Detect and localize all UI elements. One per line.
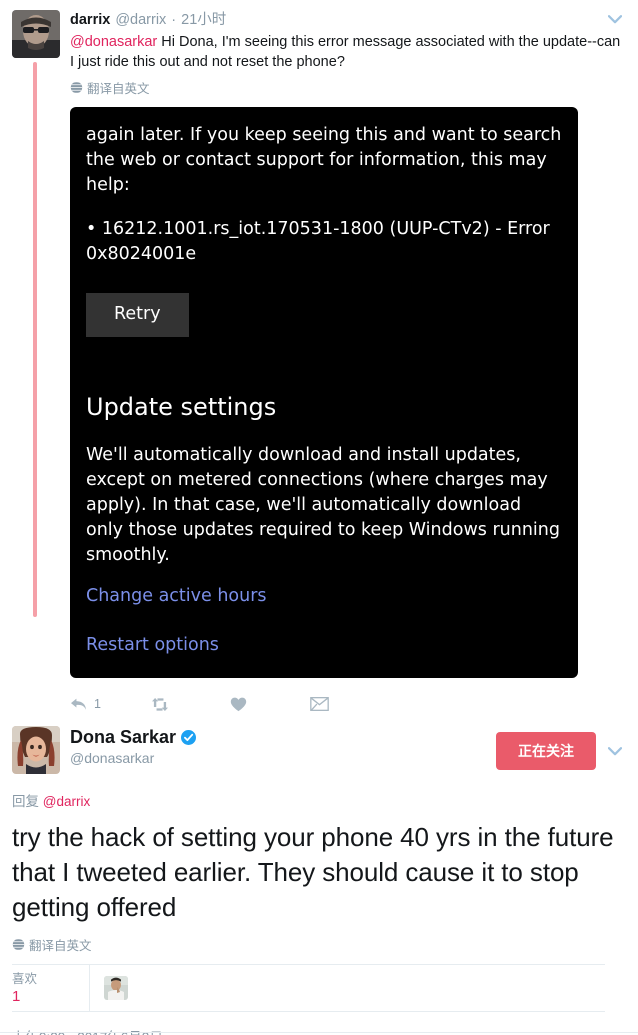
main-tweet-text: try the hack of setting your phone 40 yr…: [12, 822, 614, 923]
tweet-mention-link[interactable]: @donasarkar: [70, 34, 157, 50]
avatar[interactable]: [12, 10, 60, 58]
direct-message-action[interactable]: [310, 697, 390, 712]
main-tweet-menu-button[interactable]: [604, 740, 626, 762]
main-author-name[interactable]: Dona Sarkar: [70, 726, 176, 748]
reply-to-prefix: 回复: [12, 794, 43, 810]
update-settings-heading: Update settings: [86, 392, 277, 421]
retry-button[interactable]: Retry: [86, 293, 189, 337]
error-paragraph: again later. If you keep seeing this and…: [86, 125, 562, 195]
like-action[interactable]: [230, 697, 310, 712]
windows-update-error-card: again later. If you keep seeing this and…: [70, 107, 578, 679]
user-avatar-darrix-icon: [12, 10, 60, 58]
ancestor-author-handle[interactable]: @darrix: [115, 10, 166, 30]
avatar[interactable]: [12, 726, 60, 775]
change-active-hours-link[interactable]: Change active hours: [86, 584, 562, 609]
ancestor-tweet-byline: darrix @darrix · 21小时: [70, 10, 626, 30]
update-settings-description: We'll automatically download and install…: [86, 445, 560, 566]
main-tweet: Dona Sarkar @donasarkar 正在关注 回复 @darrix: [0, 726, 638, 954]
ancestor-author-name[interactable]: darrix: [70, 10, 110, 30]
restart-options-link[interactable]: Restart options: [86, 633, 562, 658]
main-translate-row[interactable]: 翻译自英文: [12, 935, 626, 954]
retweet-action[interactable]: [150, 697, 230, 712]
ancestor-tweet-text: @donasarkar Hi Dona, I'm seeing this err…: [70, 32, 626, 72]
tweet-timestamp[interactable]: 上午9:29 - 2017年6月2日: [12, 1026, 638, 1035]
heart-icon: [230, 697, 247, 711]
globe-icon: [12, 938, 25, 951]
user-avatar-donasarkar-icon: [12, 726, 60, 775]
likes-stat[interactable]: 喜欢 1: [12, 965, 90, 1012]
reply-count: 1: [94, 697, 101, 712]
ancestor-tweet: darrix @darrix · 21小时 @donasarkar Hi Don…: [0, 0, 638, 718]
reply-context: 回复 @darrix: [12, 790, 626, 810]
reply-action[interactable]: 1: [70, 697, 150, 712]
error-build-bullet: • 16212.1001.rs_iot.170531-1800 (UUP-CTv…: [86, 219, 550, 264]
page-bottom-divider: [0, 1032, 638, 1033]
byline-separator: ·: [171, 12, 177, 28]
chevron-down-icon: [608, 746, 622, 756]
likes-label: 喜欢: [12, 972, 38, 987]
ancestor-timestamp[interactable]: 21小时: [181, 10, 226, 30]
verified-badge-icon: [181, 729, 197, 745]
liker-facepile: [90, 965, 128, 1011]
ancestor-translate-label[interactable]: 翻译自英文: [87, 78, 150, 97]
globe-icon: [70, 81, 83, 94]
likes-count: 1: [12, 988, 21, 1006]
liker-avatar-icon: [104, 976, 128, 1001]
following-button[interactable]: 正在关注: [496, 732, 596, 771]
envelope-icon: [310, 697, 329, 712]
reply-to-mention[interactable]: @darrix: [43, 794, 90, 809]
retweet-icon: [152, 697, 168, 711]
tweet-detail-page: darrix @darrix · 21小时 @donasarkar Hi Don…: [0, 0, 638, 1035]
ancestor-avatar-column: [12, 10, 60, 617]
engagement-stats-bar: 喜欢 1: [12, 964, 605, 1013]
reply-icon: [71, 698, 86, 710]
tweet-media-attachment[interactable]: again later. If you keep seeing this and…: [70, 107, 626, 679]
liker-avatar[interactable]: [104, 976, 128, 1001]
thread-connector-line: [33, 62, 37, 617]
ancestor-action-bar: 1: [70, 690, 626, 718]
ancestor-translate-row[interactable]: 翻译自英文: [70, 78, 626, 97]
main-translate-label[interactable]: 翻译自英文: [29, 935, 92, 954]
